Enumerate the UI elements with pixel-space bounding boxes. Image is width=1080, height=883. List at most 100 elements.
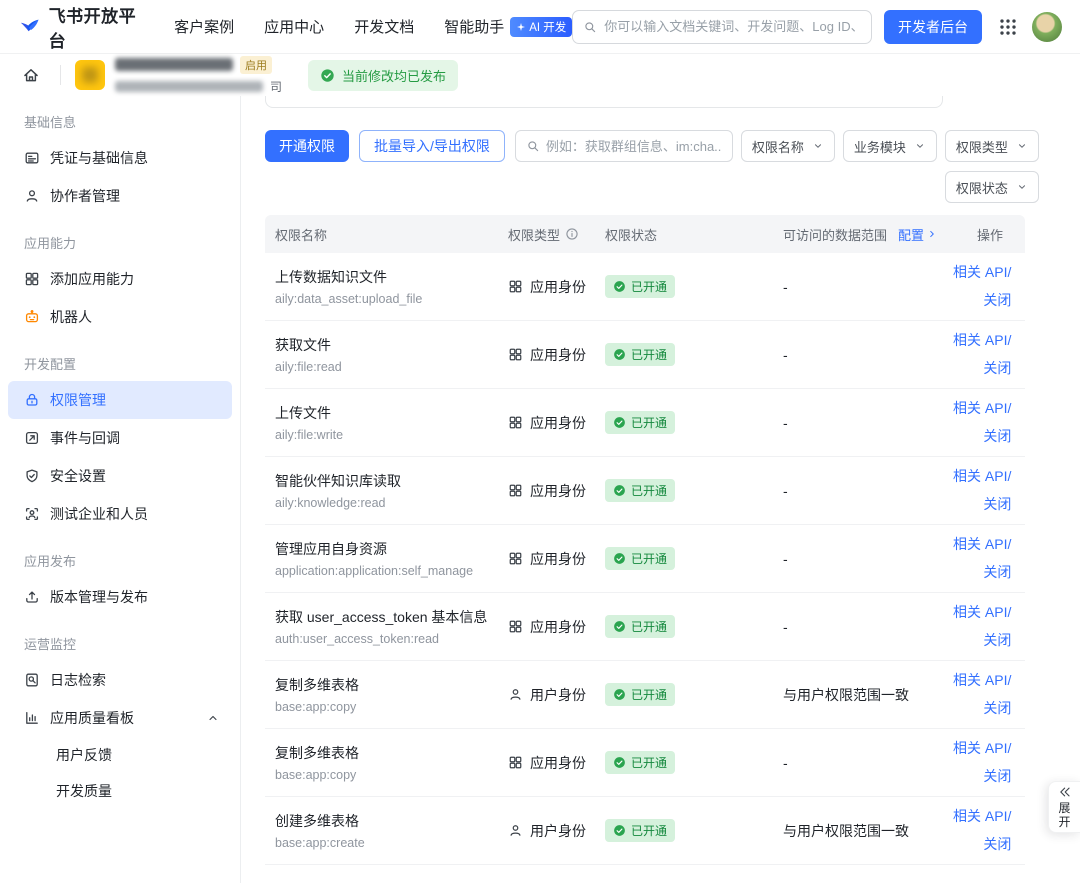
nav-dev-docs[interactable]: 开发文档 [354,16,414,37]
sidebar-item-logs[interactable]: 日志检索 [8,661,232,699]
related-api-link[interactable]: 相关 API/ [953,667,1011,694]
nav-ai-assistant[interactable]: 智能助手 AI 开发 [444,16,573,37]
permission-search[interactable] [514,130,733,162]
close-permission-link[interactable]: 关闭 [953,355,1011,382]
app-grid-icon [508,619,523,634]
global-search-input[interactable] [604,19,861,34]
table-header: 权限名称 权限类型 权限状态 可访问的数据范围 配置 操作 [265,215,1025,253]
app-header-bar: 启用 司 当前修改均已发布 [0,54,1080,96]
open-permission-button[interactable]: 开通权限 [265,130,349,162]
sidebar-section-label: 应用发布 [24,554,77,569]
app-grid-icon [508,551,523,566]
sidebar-item-collaborators[interactable]: 协作者管理 [8,177,232,215]
table-row: 复制多维表格 base:app:copy 用户身份 已开通 与用户权限范围一致 相关 AP… [265,661,1025,729]
close-permission-link[interactable]: 关闭 [953,831,1011,858]
publish-icon [24,589,40,605]
permission-type-cell: 应用身份 [498,753,595,773]
close-permission-link[interactable]: 关闭 [953,627,1011,654]
close-permission-link[interactable]: 关闭 [953,287,1011,314]
user-avatar[interactable] [1032,11,1062,42]
sparkle-icon [516,22,526,32]
close-permission-link[interactable]: 关闭 [953,763,1011,790]
check-circle-icon [613,348,626,361]
status-badge: 已开通 [605,683,676,706]
check-circle-icon [613,416,626,429]
published-status-badge: 当前修改均已发布 [308,59,459,91]
actions-cell: 相关 API/关闭 [943,463,1033,518]
permission-toolbar: 开通权限 批量导入/导出权限 权限名称 业务模块 [265,130,1039,203]
check-circle-icon [613,552,626,565]
close-permission-link[interactable]: 关闭 [953,491,1011,518]
filter-permission-type[interactable]: 权限类型 [944,130,1039,162]
home-button[interactable] [16,60,46,90]
sidebar-item-quality[interactable]: 应用质量看板 [8,699,232,737]
robot-icon [24,309,40,325]
close-permission-link[interactable]: 关闭 [953,559,1011,586]
sidebar-item-test-org[interactable]: 测试企业和人员 [8,495,232,533]
nav-customer-cases[interactable]: 客户案例 [174,16,234,37]
developer-console-button[interactable]: 开发者后台 [884,9,982,44]
related-api-link[interactable]: 相关 API/ [953,463,1011,490]
sidebar-subitem[interactable]: 用户反馈 [8,737,232,773]
status-label: 已开通 [631,824,668,838]
permission-code: application:application:self_manage [275,564,474,578]
table-row: 获取文件 aily:file:read 应用身份 已开通 - 相关 API/关闭 [265,321,1025,389]
close-permission-link[interactable]: 关闭 [953,695,1011,722]
filter-permission-name[interactable]: 权限名称 [740,130,835,162]
app-grid-icon [508,347,523,362]
permission-type-label: 用户身份 [530,686,586,703]
apps-grid-icon[interactable] [998,17,1018,37]
related-api-link[interactable]: 相关 API/ [953,803,1011,830]
sidebar-subitem[interactable]: 开发质量 [8,773,232,809]
related-api-link[interactable]: 相关 API/ [953,599,1011,626]
sidebar-item-events[interactable]: 事件与回调 [8,419,232,457]
brand-title: 飞书开放平台 [48,6,137,51]
table-row: 上传数据知识文件 aily:data_asset:upload_file 应用身份 已… [265,253,1025,321]
sidebar: 基础信息 凭证与基础信息 协作者管理 应用能力 添加应用能力 机器人 开发配置 权限管理 事件与… [0,96,241,883]
sidebar-section-label: 开发配置 [24,357,77,372]
sidebar-item-label: 版本管理与发布 [50,589,148,605]
permission-name-cell: 智能伙伴知识库读取 aily:knowledge:read [265,471,498,510]
info-icon[interactable] [565,227,579,241]
main-content: 开通权限 批量导入/导出权限 权限名称 业务模块 [241,96,1080,883]
chevron-down-icon [1016,140,1028,152]
sidebar-item-bot[interactable]: 机器人 [8,298,232,336]
related-api-link[interactable]: 相关 API/ [953,259,1011,286]
check-circle-icon [613,688,626,701]
permission-name: 获取 user_access_token 基本信息 [275,609,488,625]
close-permission-link[interactable]: 关闭 [953,423,1011,450]
permission-status-cell: 已开通 [595,411,773,434]
permission-search-input[interactable] [545,138,722,154]
related-api-link[interactable]: 相关 API/ [953,395,1011,422]
search-icon [583,20,597,34]
data-scope-cell: - [783,754,788,771]
permission-type-cell: 用户身份 [498,685,595,705]
permission-name: 获取文件 [275,337,331,353]
expand-panel-button[interactable]: 展开 [1048,781,1080,833]
sidebar-item-release[interactable]: 版本管理与发布 [8,578,232,616]
permission-code: base:app:copy [275,700,357,714]
sidebar-item-security[interactable]: 安全设置 [8,457,232,495]
batch-import-export-button[interactable]: 批量导入/导出权限 [359,130,505,162]
related-api-link[interactable]: 相关 API/ [953,735,1011,762]
related-api-link[interactable]: 相关 API/ [953,327,1011,354]
permission-type-cell: 用户身份 [498,821,595,841]
event-icon [24,430,40,446]
global-search[interactable] [572,9,872,44]
chevron-down-icon [812,140,824,152]
related-api-link[interactable]: 相关 API/ [953,531,1011,558]
chevron-down-icon [1016,181,1028,193]
sidebar-item-credentials[interactable]: 凭证与基础信息 [8,139,232,177]
permission-name: 上传数据知识文件 [275,269,387,285]
permission-table: 权限名称 权限类型 权限状态 可访问的数据范围 配置 操作 上传数据知识文件 ai… [265,215,1025,865]
sidebar-item-add-capability[interactable]: 添加应用能力 [8,260,232,298]
actions-cell: 相关 API/关闭 [943,599,1033,654]
brand[interactable]: 飞书开放平台 [18,2,140,52]
filter-business-module[interactable]: 业务模块 [842,130,937,162]
configure-scope-link[interactable]: 配置 [898,225,938,244]
sidebar-item-label: 事件与回调 [50,430,120,446]
filter-permission-status[interactable]: 权限状态 [944,171,1039,203]
shield-icon [24,468,40,484]
nav-app-center[interactable]: 应用中心 [264,16,324,37]
sidebar-item-permissions[interactable]: 权限管理 [8,381,232,419]
